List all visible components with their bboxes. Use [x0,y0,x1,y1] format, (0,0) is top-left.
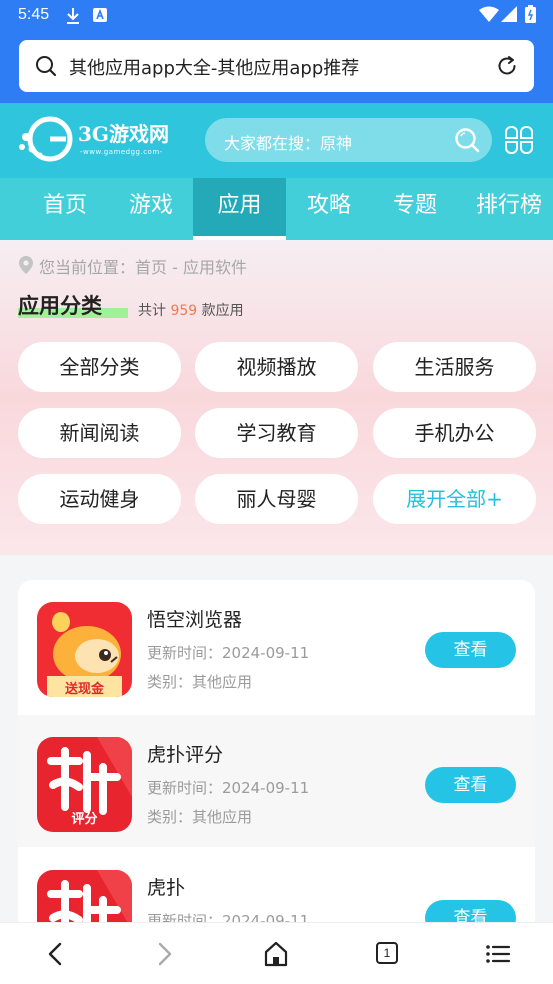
app-name[interactable]: 虎扑评分 [147,740,223,767]
signal-icon [501,6,517,22]
category-chip-all[interactable]: 全部分类 [18,342,181,392]
status-time: 5:45 [18,6,50,23]
category-chip-video[interactable]: 视频播放 [195,342,358,392]
icon-badge-text: 送现金 [64,682,104,697]
nav-tab-topics[interactable]: 专题 [372,178,458,240]
app-notification-icon [93,8,107,22]
app-update-time: 更新时间：2024-09-11 [147,779,310,797]
breadcrumb: 您当前位置：首页 - 应用软件 [39,258,247,277]
nav-tab-apps[interactable]: 应用 [193,178,286,240]
app-category: 类别：其他应用 [147,673,253,691]
nav-tab-guides[interactable]: 攻略 [286,178,372,240]
app-icon-hupu-rating[interactable]: 评分 [37,737,132,832]
nav-tab-home[interactable]: 首页 [22,178,108,240]
location-pin-icon [19,256,33,274]
logo-mark-icon [19,116,73,162]
app-name[interactable]: 虎扑 [147,873,185,900]
expand-all-button[interactable]: 展开全部+ [373,474,536,524]
wifi-icon [479,6,499,22]
icon-badge-text: 评分 [71,812,98,827]
list-item[interactable]: 送现金 悟空浏览器 更新时间：2024-09-11 类别：其他应用 查看 [18,580,535,712]
category-chip-education[interactable]: 学习教育 [195,408,358,458]
nav-tab-rankings[interactable]: 排行榜 [458,178,553,240]
status-bar: 5:45 [0,0,553,32]
view-button[interactable]: 查看 [425,767,516,803]
category-chip-news[interactable]: 新闻阅读 [18,408,181,458]
app-count-number: 959 [170,303,198,319]
app-icon-wukong[interactable]: 送现金 [37,602,132,697]
forward-icon[interactable] [154,940,176,968]
category-title: 应用分类 [18,294,102,318]
site-logo[interactable]: 3G游戏网 -www.gamedgg.com- [18,115,188,165]
site-search-placeholder: 大家都在搜：原神 [224,134,353,153]
app-update-time: 更新时间：2024-09-11 [147,644,310,662]
reload-icon[interactable] [496,55,518,77]
tabs-button[interactable]: 1 [376,942,398,964]
category-title-block: 应用分类 [18,290,128,320]
home-icon[interactable] [263,940,289,968]
back-icon[interactable] [44,940,66,968]
app-category: 类别：其他应用 [147,808,253,826]
logo-text: 3G游戏网 [78,122,169,146]
battery-icon [525,5,536,23]
site-search-box[interactable]: 大家都在搜：原神 [205,118,492,162]
list-item[interactable]: 评分 虎扑评分 更新时间：2024-09-11 类别：其他应用 查看 [18,715,535,847]
site-header: 3G游戏网 -www.gamedgg.com- 大家都在搜：原神 [0,103,553,178]
logo-subtitle: -www.gamedgg.com- [80,148,163,156]
download-icon [67,8,79,24]
category-chip-sports[interactable]: 运动健身 [18,474,181,524]
app-count: 共计 959 款应用 [138,303,244,319]
category-panel: 您当前位置：首页 - 应用软件 应用分类 共计 959 款应用 全部分类 视频播… [0,240,553,555]
site-search-icon[interactable] [454,127,480,153]
category-chip-office[interactable]: 手机办公 [373,408,536,458]
category-chip-life[interactable]: 生活服务 [373,342,536,392]
address-text[interactable]: 其他应用app大全-其他应用app推荐 [69,54,359,80]
more-menu-icon[interactable] [485,940,511,968]
search-icon [36,56,57,77]
app-name[interactable]: 悟空浏览器 [147,605,242,632]
category-chip-beauty[interactable]: 丽人母婴 [195,474,358,524]
browser-bottom-bar: 1 [0,922,553,984]
view-button[interactable]: 查看 [425,632,516,668]
address-bar[interactable]: 其他应用app大全-其他应用app推荐 [19,40,534,92]
site-nav: 首页 游戏 应用 攻略 专题 排行榜 [0,178,553,240]
nav-tab-games[interactable]: 游戏 [108,178,194,240]
menu-grid-icon[interactable] [502,123,536,157]
